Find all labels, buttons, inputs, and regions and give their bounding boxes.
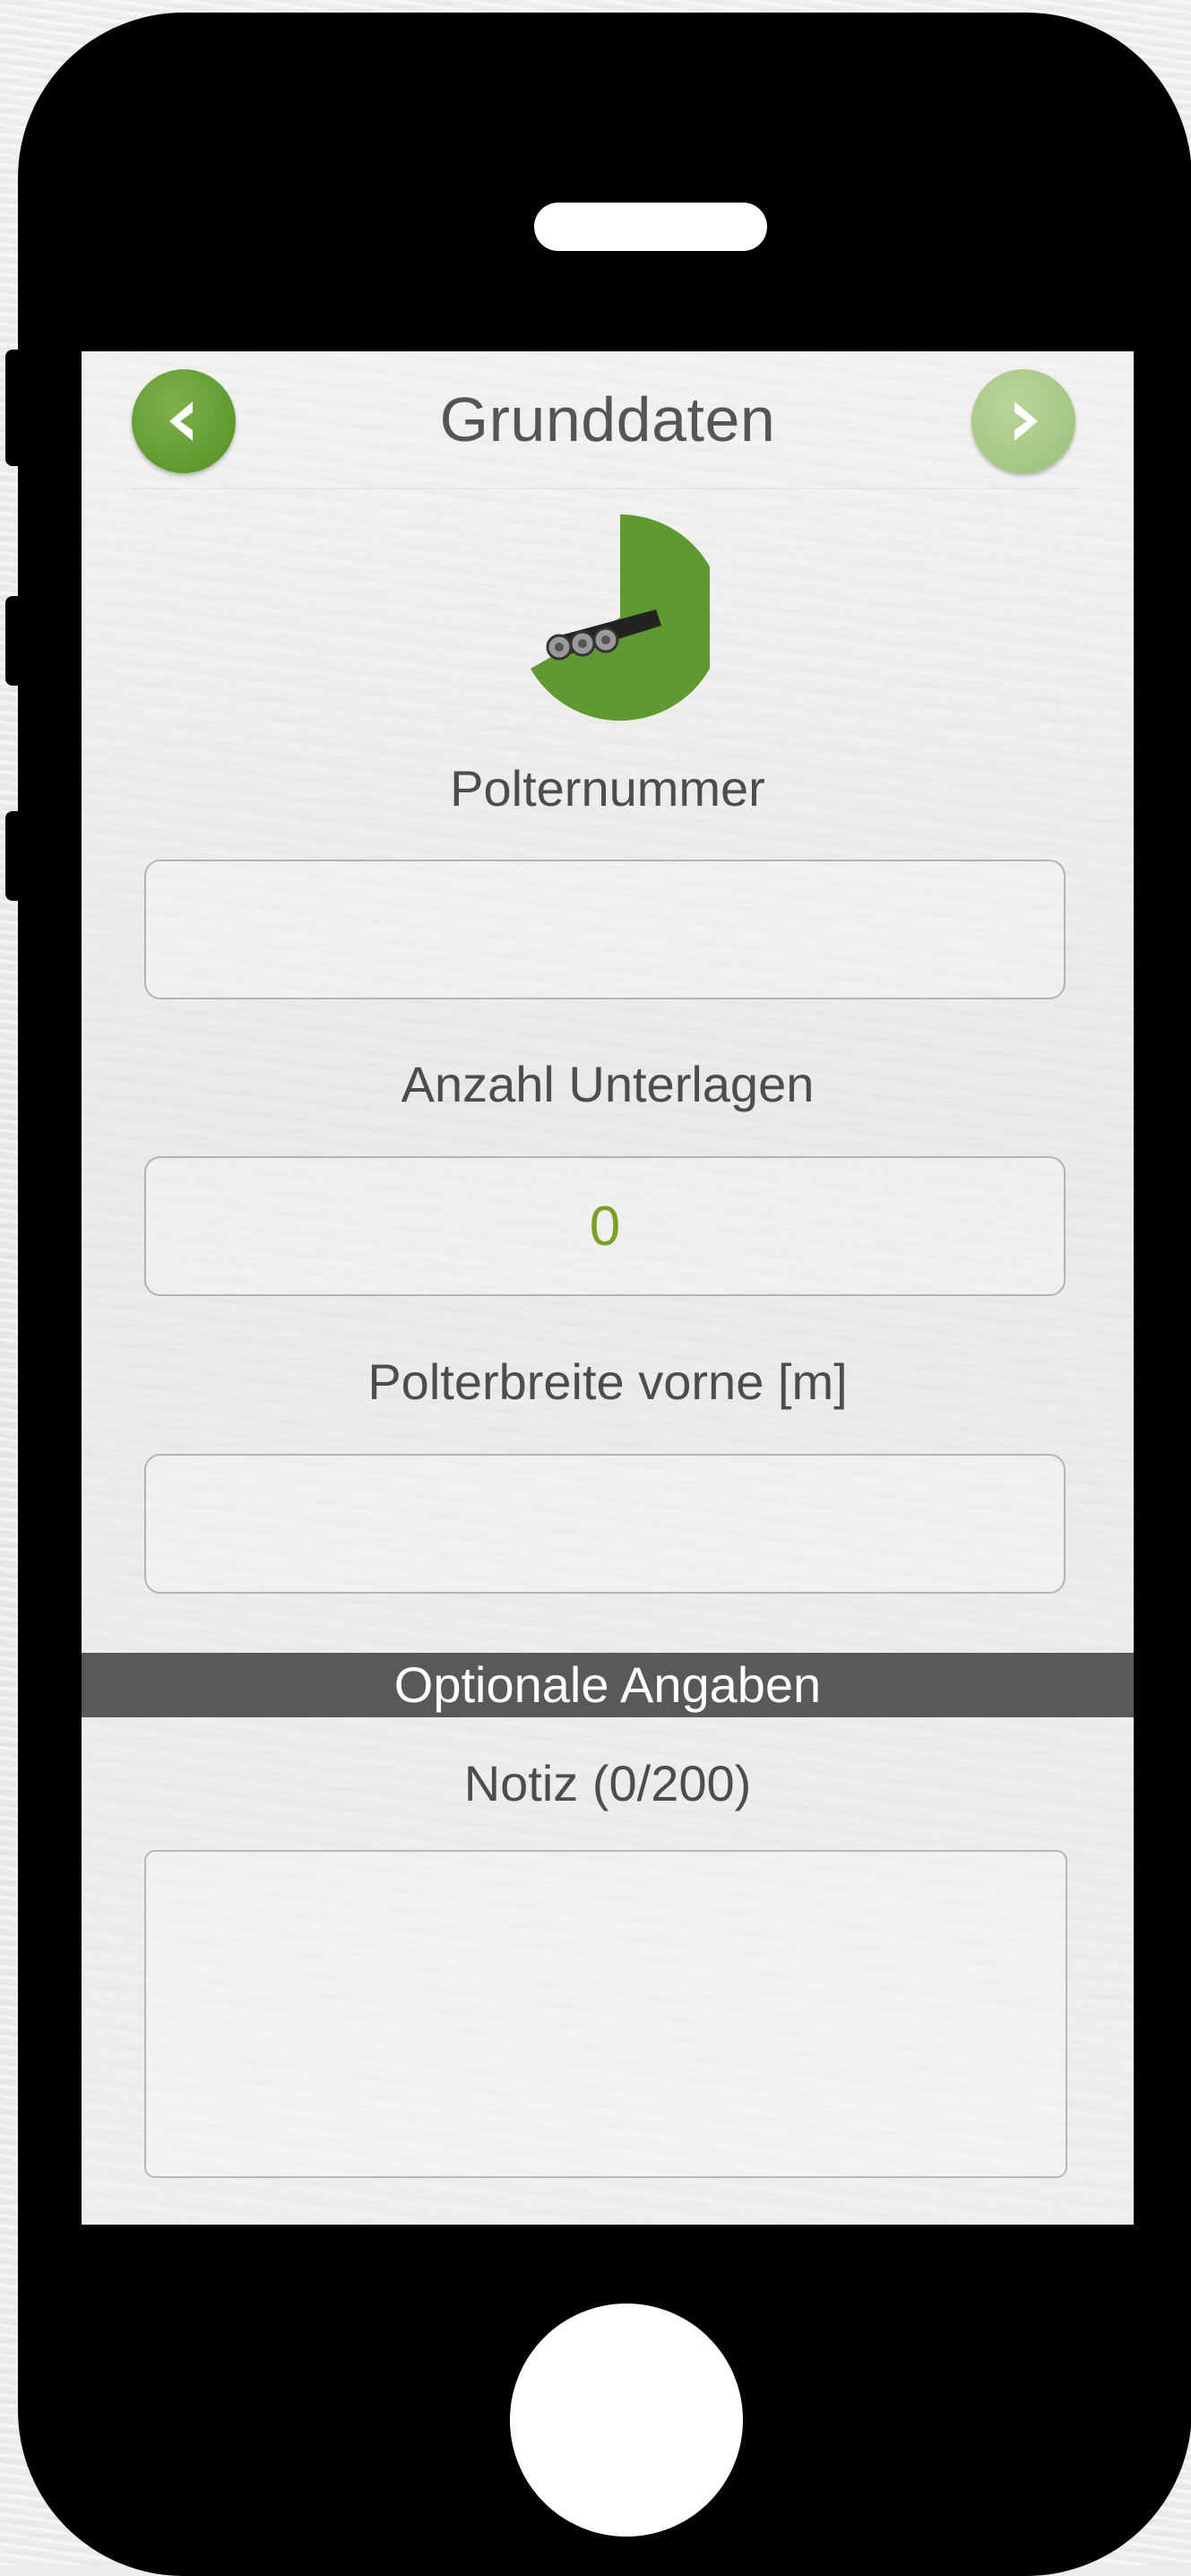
polterbreite-input[interactable]: [144, 1454, 1066, 1594]
anzahl-unterlagen-label: Anzahl Unterlagen: [401, 1056, 815, 1112]
mute-switch: [5, 350, 20, 466]
anzahl-unterlagen-input[interactable]: [144, 1156, 1066, 1296]
polterbreite-label: Polterbreite vorne [m]: [367, 1353, 848, 1410]
polternummer-label: Polternummer: [450, 760, 765, 817]
optional-section-header: Optionale Angaben: [82, 1653, 1134, 1717]
progress-pie-fill: [531, 514, 710, 722]
volume-up-button: [5, 596, 20, 686]
header-divider: [132, 488, 1083, 489]
home-button[interactable]: [510, 2304, 743, 2537]
volume-down-button: [5, 811, 20, 901]
note-textarea[interactable]: [144, 1850, 1067, 2178]
chevron-right-icon: [1014, 402, 1038, 441]
forward-button[interactable]: [971, 369, 1075, 473]
app-screen: Grunddaten Polternummer Anzahl Unterlage…: [82, 351, 1134, 2225]
speaker-grille: [534, 203, 767, 251]
progress-pie-icon: [531, 514, 710, 722]
polternummer-input[interactable]: [144, 860, 1066, 999]
note-label: Notiz (0/200): [463, 1755, 752, 1811]
